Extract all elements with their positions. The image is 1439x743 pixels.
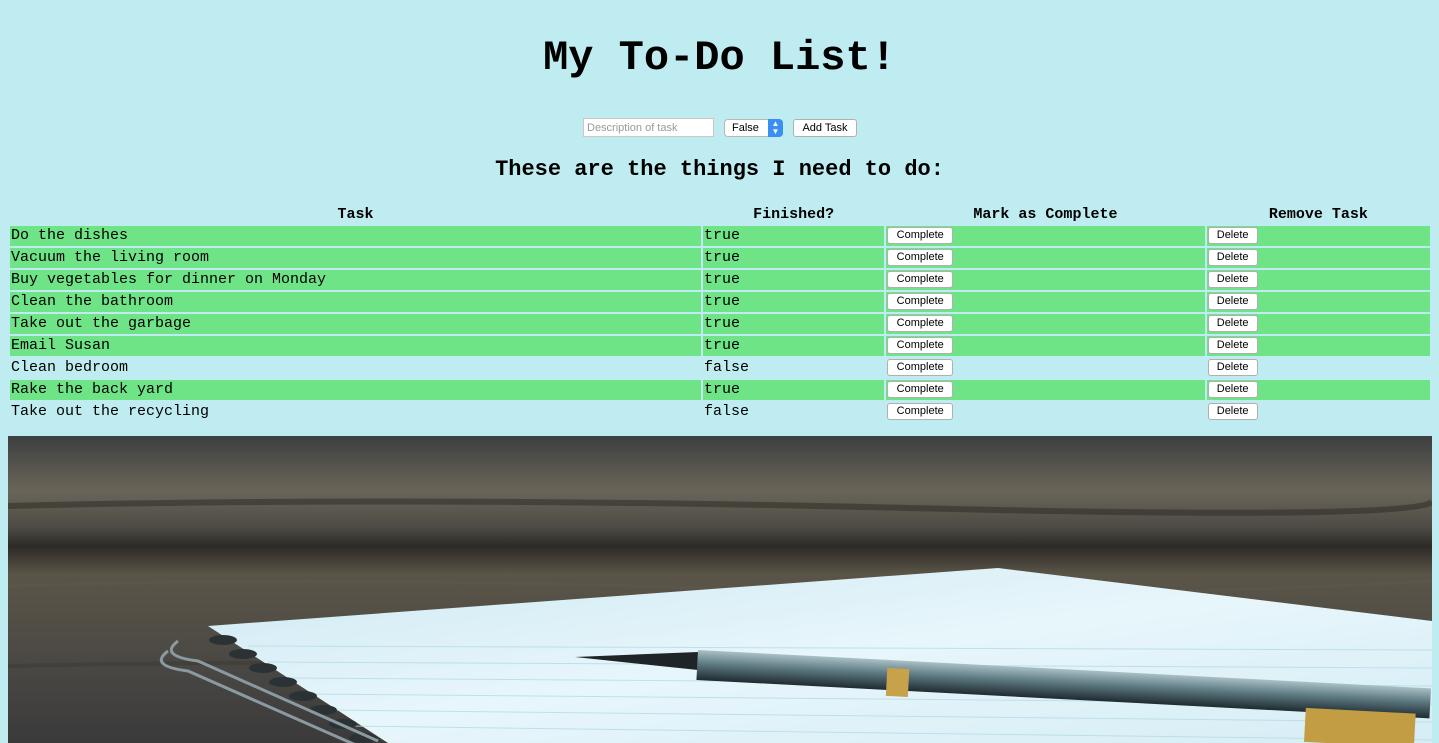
mark-complete-cell: Complete <box>886 226 1205 246</box>
remove-task-cell: Delete <box>1207 402 1430 422</box>
table-row: Take out the garbage true Complete Delete <box>10 314 1430 334</box>
mark-complete-cell: Complete <box>886 358 1204 378</box>
task-finished-value: true <box>702 336 885 356</box>
task-finished-value: true <box>702 380 885 400</box>
task-description-input[interactable] <box>583 118 714 137</box>
task-finished-value: true <box>702 270 885 290</box>
table-row: Buy vegetables for dinner on Monday true C… <box>10 270 1430 290</box>
mark-complete-cell: Complete <box>886 270 1205 290</box>
delete-button[interactable]: Delete <box>1207 336 1258 354</box>
header-finished: Finished? <box>753 206 835 223</box>
page-title: My To-Do List! <box>543 34 896 82</box>
remove-task-cell: Delete <box>1206 292 1430 312</box>
table-row: Vacuum the living room true Complete Delete <box>10 248 1430 268</box>
remove-task-cell: Delete <box>1206 226 1430 246</box>
task-finished-value: true <box>702 292 885 312</box>
delete-button[interactable]: Delete <box>1207 314 1258 332</box>
task-table: Task Finished? Mark as Complete Remove T… <box>8 204 1432 424</box>
complete-button[interactable]: Complete <box>887 336 954 354</box>
remove-task-cell: Delete <box>1206 336 1430 356</box>
task-description: Vacuum the living room <box>10 248 701 268</box>
mark-complete-cell: Complete <box>886 314 1205 334</box>
task-finished-value: false <box>703 359 749 376</box>
task-description: Do the dishes <box>10 226 701 246</box>
delete-button[interactable]: Delete <box>1207 380 1258 398</box>
header-mark-complete: Mark as Complete <box>973 206 1118 223</box>
task-description: Email Susan <box>10 336 701 356</box>
complete-button[interactable]: Complete <box>887 358 954 376</box>
complete-button[interactable]: Complete <box>887 380 954 398</box>
table-header-row: Task Finished? Mark as Complete Remove T… <box>10 206 1430 224</box>
table-row: Take out the recycling false Complete Delet… <box>10 402 1430 422</box>
remove-task-cell: Delete <box>1207 358 1430 378</box>
chevron-up-down-icon: ▲ ▼ <box>768 119 783 137</box>
table-row: Clean bedroom false Complete Delete <box>10 358 1430 378</box>
table-row: Email Susan true Complete Delete <box>10 336 1430 356</box>
finished-select[interactable]: False ▲ ▼ <box>724 119 783 137</box>
complete-button[interactable]: Complete <box>887 292 954 310</box>
table-row: Clean the bathroom true Complete Delete <box>10 292 1430 312</box>
add-task-button[interactable]: Add Task <box>793 119 857 137</box>
task-finished-value: true <box>702 248 885 268</box>
task-description: Clean the bathroom <box>10 292 701 312</box>
mark-complete-cell: Complete <box>886 248 1205 268</box>
mark-complete-cell: Complete <box>886 402 1204 422</box>
mark-complete-cell: Complete <box>886 336 1205 356</box>
remove-task-cell: Delete <box>1206 248 1430 268</box>
task-description: Buy vegetables for dinner on Monday <box>10 270 701 290</box>
complete-button[interactable]: Complete <box>887 270 954 288</box>
delete-button[interactable]: Delete <box>1207 402 1258 420</box>
complete-button[interactable]: Complete <box>887 248 954 266</box>
table-row: Rake the back yard true Complete Delete <box>10 380 1430 400</box>
mark-complete-cell: Complete <box>886 380 1205 400</box>
task-finished-value: false <box>703 403 749 420</box>
complete-button[interactable]: Complete <box>887 226 954 244</box>
header-remove-task: Remove Task <box>1268 206 1368 223</box>
delete-button[interactable]: Delete <box>1207 358 1258 376</box>
table-row: Do the dishes true Complete Delete <box>10 226 1430 246</box>
delete-button[interactable]: Delete <box>1207 226 1258 244</box>
task-finished-value: true <box>702 226 885 246</box>
remove-task-cell: Delete <box>1206 270 1430 290</box>
complete-button[interactable]: Complete <box>887 314 954 332</box>
complete-button[interactable]: Complete <box>887 402 954 420</box>
delete-button[interactable]: Delete <box>1207 270 1258 288</box>
mark-complete-cell: Complete <box>886 292 1205 312</box>
header-task: Task <box>337 206 374 223</box>
task-description: Clean bedroom <box>11 359 129 376</box>
task-description: Rake the back yard <box>10 380 701 400</box>
add-task-form: False ▲▼ Add Task <box>0 118 1439 138</box>
list-subtitle: These are the things I need to do: <box>495 157 944 182</box>
notebook-pen-photo <box>8 436 1432 743</box>
remove-task-cell: Delete <box>1206 380 1430 400</box>
task-description: Take out the recycling <box>11 403 210 420</box>
remove-task-cell: Delete <box>1206 314 1430 334</box>
task-description: Take out the garbage <box>10 314 701 334</box>
finished-select-value: False <box>732 122 759 134</box>
task-finished-value: true <box>702 314 885 334</box>
delete-button[interactable]: Delete <box>1207 248 1258 266</box>
delete-button[interactable]: Delete <box>1207 292 1258 310</box>
